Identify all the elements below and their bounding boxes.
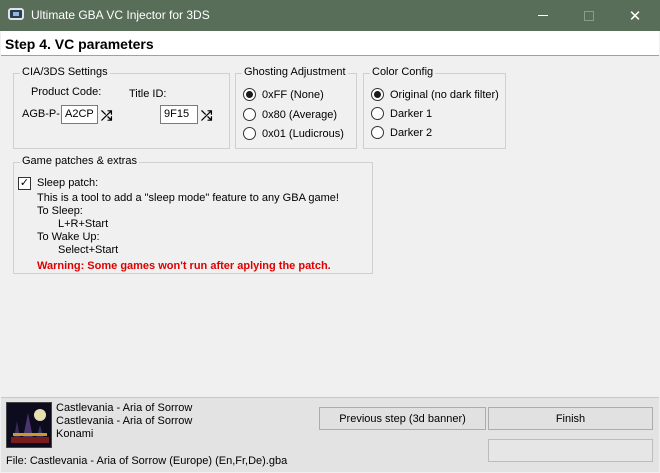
product-code-input[interactable]: A2CP — [61, 105, 98, 124]
ghosting-label-none[interactable]: 0xFF (None) — [262, 89, 324, 101]
castle-icon — [7, 403, 51, 447]
title-bar[interactable]: Ultimate GBA VC Injector for 3DS ✕ — [0, 0, 660, 31]
sleep-patch-checkbox[interactable]: ✓ — [18, 177, 31, 190]
footer-panel: Castlevania - Aria of Sorrow Castlevania… — [1, 397, 659, 472]
ghosting-label-ludicrous[interactable]: 0x01 (Ludicrous) — [262, 128, 344, 140]
step-header: Step 4. VC parameters — [1, 31, 659, 56]
shuffle-title-id-icon[interactable]: ⤮ — [201, 108, 219, 122]
patches-legend: Game patches & extras — [20, 155, 139, 167]
game-banner-thumbnail — [6, 402, 52, 448]
sleep-patch-label[interactable]: Sleep patch: — [37, 177, 98, 189]
close-icon: ✕ — [628, 7, 642, 25]
product-code-label: Product Code: — [31, 86, 102, 98]
sleep-combo: L+R+Start — [58, 218, 109, 230]
window-title: Ultimate GBA VC Injector for 3DS — [31, 8, 210, 22]
title-id-label: Title ID: — [129, 88, 167, 100]
maximize-button — [566, 0, 612, 31]
ghosting-radio-average[interactable] — [243, 108, 256, 121]
color-radio-original[interactable] — [371, 88, 384, 101]
color-config-legend: Color Config — [370, 66, 436, 78]
shuffle-product-code-icon[interactable]: ⤮ — [101, 108, 119, 122]
checkmark-icon: ✓ — [19, 177, 30, 189]
ghosting-radio-none[interactable] — [243, 88, 256, 101]
game-publisher: Konami — [56, 428, 94, 440]
finish-button[interactable]: Finish — [488, 407, 653, 430]
ghosting-label-average[interactable]: 0x80 (Average) — [262, 109, 337, 121]
color-config-group: Color Config — [363, 66, 506, 149]
previous-step-button[interactable]: Previous step (3d banner) — [319, 407, 486, 430]
product-prefix-label: AGB-P- — [22, 108, 60, 120]
color-label-original[interactable]: Original (no dark filter) — [390, 89, 499, 101]
sleep-patch-description: This is a tool to add a "sleep mode" fea… — [37, 192, 339, 204]
close-button[interactable]: ✕ — [612, 0, 658, 31]
minimize-icon — [538, 15, 548, 16]
color-radio-darker1[interactable] — [371, 107, 384, 120]
step-title: Step 4. VC parameters — [5, 36, 154, 52]
patch-warning: Warning: Some games won't run after aply… — [37, 260, 331, 272]
color-radio-darker2[interactable] — [371, 126, 384, 139]
game-title-primary: Castlevania - Aria of Sorrow — [56, 402, 193, 414]
color-label-darker1[interactable]: Darker 1 — [390, 108, 432, 120]
ghosting-legend: Ghosting Adjustment — [242, 66, 348, 78]
color-label-darker2[interactable]: Darker 2 — [390, 127, 432, 139]
wake-combo: Select+Start — [58, 244, 119, 256]
progress-bar — [488, 439, 653, 462]
main-panel: CIA/3DS Settings Product Code: Title ID:… — [1, 56, 659, 396]
title-id-input[interactable]: 9F15 — [160, 105, 198, 124]
maximize-icon — [584, 10, 594, 21]
app-icon — [8, 8, 24, 20]
to-sleep-label: To Sleep: — [37, 205, 83, 217]
cia-settings-legend: CIA/3DS Settings — [20, 66, 110, 78]
ghosting-radio-ludicrous[interactable] — [243, 127, 256, 140]
to-wake-label: To Wake Up: — [37, 231, 100, 243]
minimize-button[interactable] — [520, 0, 566, 31]
game-title-secondary: Castlevania - Aria of Sorrow — [56, 415, 193, 427]
rom-file-path: File: Castlevania - Aria of Sorrow (Euro… — [6, 455, 288, 467]
